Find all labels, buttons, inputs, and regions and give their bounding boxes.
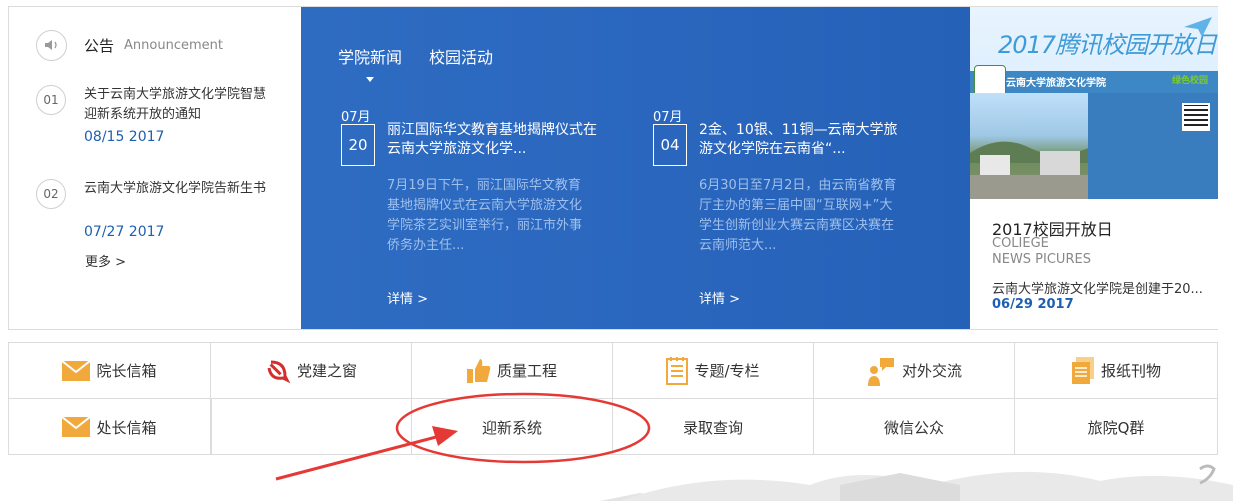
envelope-icon <box>62 360 91 381</box>
link-director-mailbox[interactable]: 处长信箱 <box>9 399 211 455</box>
thumbs-up-icon <box>466 358 491 384</box>
news-month: 07月 <box>653 110 683 125</box>
item-number: 02 <box>36 179 66 209</box>
item-number: 01 <box>36 85 66 115</box>
link-label: 党建之窗 <box>296 362 357 380</box>
tab-college-news[interactable]: 学院新闻 <box>338 44 402 82</box>
news-tabs: 学院新闻 校园活动 <box>338 44 520 82</box>
news-summary: 6月30日至7月2日，由云南省教育厅主办的第三届中国“互联网+”大学生创新创业大… <box>699 178 897 253</box>
feature-subtitle: COLIEGE <box>992 236 1049 251</box>
poster-tag: 绿色校园 <box>1171 76 1208 86</box>
poster-school: 云南大学旅游文化学院 <box>1006 78 1106 89</box>
link-wechat-account[interactable]: 微信公众 <box>814 399 1015 455</box>
link-special-column[interactable]: 专题/专栏 <box>613 343 814 399</box>
top-section: 公告 Announcement 01 关于云南大学旅游文化学院智慧迎新系统开放的… <box>8 6 1218 330</box>
link-party-building[interactable]: 党建之窗 <box>211 343 412 399</box>
link-label: 处长信箱 <box>96 418 157 437</box>
announcement-subtitle: Announcement <box>124 37 223 53</box>
speaker-icon <box>36 29 67 61</box>
open-day-poster[interactable]: 2017腾讯校园开放日 云南大学旅游文化学院 绿色校园 <box>970 7 1218 199</box>
feature-panel[interactable]: 2017腾讯校园开放日 云南大学旅游文化学院 绿色校园 2017校园开放日 CO… <box>970 7 1218 329</box>
details-link[interactable]: 详情 > <box>699 288 740 307</box>
paper-plane-icon <box>1184 17 1212 37</box>
link-label: 报纸刊物 <box>1100 362 1161 380</box>
more-link[interactable]: 更多 > <box>85 251 126 270</box>
announcement-title: 公告 <box>84 36 115 55</box>
chat-person-icon <box>866 356 896 386</box>
newspaper-icon <box>1071 356 1095 385</box>
link-label: 对外交流 <box>901 362 962 380</box>
news-title[interactable]: 2金、10银、11铜—云南大学旅游文化学院在云南省“... <box>699 121 909 159</box>
link-label: 院长信箱 <box>96 362 157 380</box>
news-panel: 学院新闻 校园活动 07月 20 丽江国际华文教育基地揭牌仪式在云南大学旅游文化… <box>301 7 970 329</box>
link-label: 微信公众 <box>883 418 944 437</box>
link-newspapers[interactable]: 报纸刊物 <box>1015 343 1217 399</box>
announcement-panel: 公告 Announcement 01 关于云南大学旅游文化学院智慧迎新系统开放的… <box>9 7 301 329</box>
link-label: 专题/专栏 <box>694 362 760 380</box>
feature-description: 云南大学旅游文化学院是创建于20... <box>992 282 1203 297</box>
news-month: 07月 <box>341 110 371 125</box>
link-president-mailbox[interactable]: 院长信箱 <box>9 343 211 399</box>
link-admission-query[interactable]: 录取查询 <box>613 399 814 455</box>
announcement-link[interactable]: 云南大学旅游文化学院告新生书 <box>84 179 274 199</box>
hammer-sickle-icon <box>265 358 291 384</box>
envelope-icon <box>62 417 91 437</box>
qr-code-icon <box>1182 103 1210 131</box>
announcement-link[interactable]: 关于云南大学旅游文化学院智慧迎新系统开放的通知 <box>84 85 274 125</box>
link-quality-project[interactable]: 质量工程 <box>412 343 613 399</box>
feature-subtitle: NEWS PICURES <box>992 252 1091 267</box>
announcement-item[interactable]: 02 云南大学旅游文化学院告新生书 07/27 2017 <box>36 179 286 249</box>
announcement-item[interactable]: 01 关于云南大学旅游文化学院智慧迎新系统开放的通知 08/15 2017 <box>36 85 286 155</box>
news-card[interactable]: 07月 20 丽江国际华文教育基地揭牌仪式在云南大学旅游文化学... 7月19日… <box>341 106 631 307</box>
poster-info <box>1088 93 1218 199</box>
news-summary: 7月19日下午，丽江国际华文教育基地揭牌仪式在云南大学旅游文化学院茶艺实训室举行… <box>387 178 583 253</box>
news-day: 20 <box>341 124 375 166</box>
link-empty <box>211 399 412 455</box>
feature-date: 06/29 2017 <box>992 297 1074 312</box>
link-label: 迎新系统 <box>481 418 542 437</box>
quick-links: 院长信箱 党建之窗 质量工程 专题/专栏 对外交流 报纸刊物 处长信箱 迎新系统… <box>8 342 1218 455</box>
link-label: 录取查询 <box>682 418 743 437</box>
announcement-date: 07/27 2017 <box>84 224 165 240</box>
campus-photo <box>970 93 1100 199</box>
pavilion-decoration <box>600 464 1233 501</box>
link-label: 旅院Q群 <box>1087 418 1145 437</box>
link-label: 质量工程 <box>496 362 557 380</box>
details-link[interactable]: 详情 > <box>387 288 428 307</box>
announcement-date: 08/15 2017 <box>84 129 165 145</box>
link-enrollment-system[interactable]: 迎新系统 <box>412 399 613 455</box>
link-external-exchange[interactable]: 对外交流 <box>814 343 1015 399</box>
link-qq-group[interactable]: 旅院Q群 <box>1015 399 1217 455</box>
news-day: 04 <box>653 124 687 166</box>
tab-campus-activities[interactable]: 校园活动 <box>429 44 493 68</box>
news-card[interactable]: 07月 04 2金、10银、11铜—云南大学旅游文化学院在云南省“... 6月3… <box>653 106 943 307</box>
news-title[interactable]: 丽江国际华文教育基地揭牌仪式在云南大学旅游文化学... <box>387 121 597 159</box>
announcement-header: 公告 Announcement <box>36 29 223 61</box>
notepad-icon <box>666 356 689 385</box>
